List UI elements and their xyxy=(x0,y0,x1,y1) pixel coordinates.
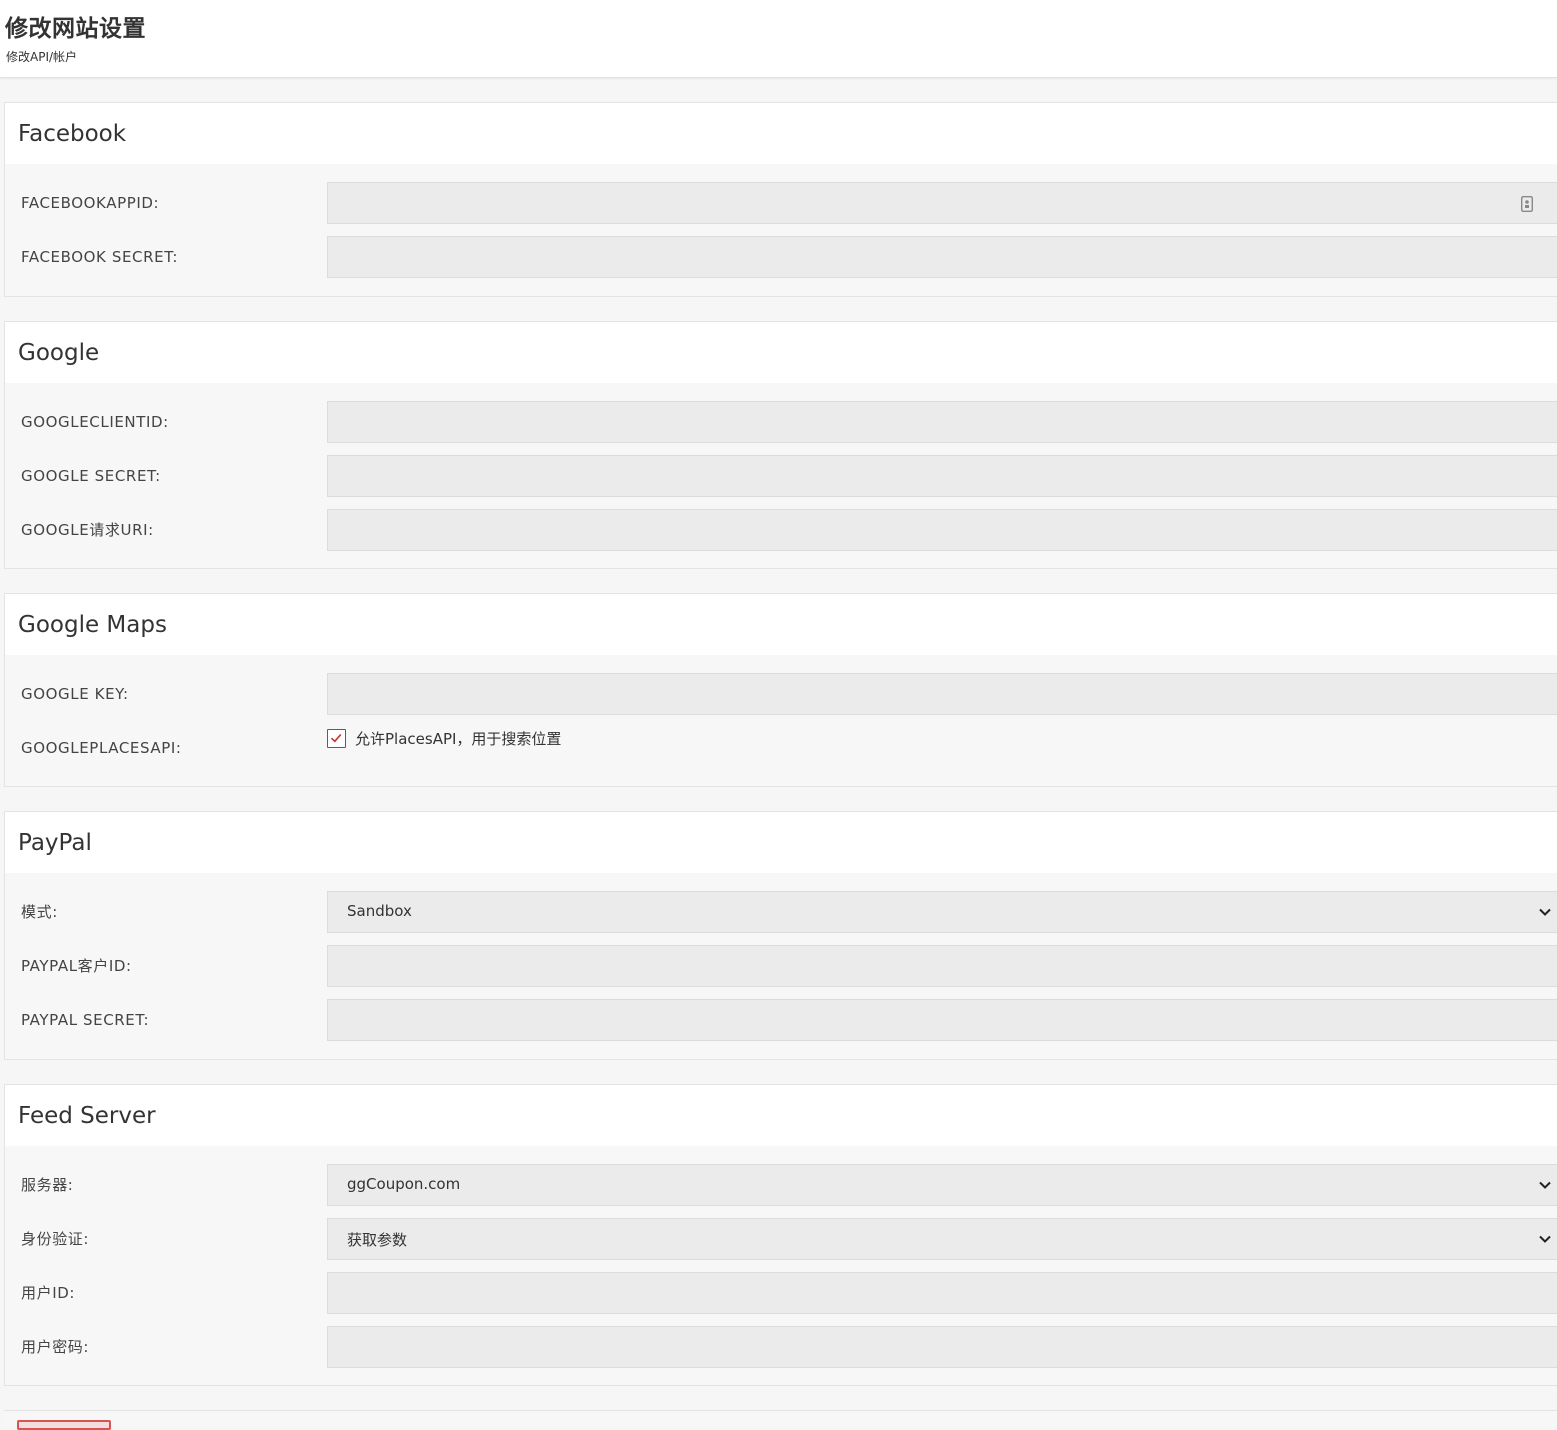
form-row: 用户密码: xyxy=(5,1326,1557,1380)
key-icon[interactable] xyxy=(1521,196,1533,212)
form-row: 用户ID: xyxy=(5,1272,1557,1326)
form-row: 服务器: ggCoupon.com xyxy=(5,1164,1557,1218)
paypal-mode-select[interactable]: Sandbox xyxy=(327,891,1557,933)
feed-auth-select[interactable]: 获取参数 xyxy=(327,1218,1557,1260)
paypal-client-id-input[interactable] xyxy=(327,945,1557,987)
feed-password-input[interactable] xyxy=(327,1326,1557,1368)
paypal-secret-label: PAYPAL SECRET: xyxy=(21,1011,150,1029)
section-title: Google Maps xyxy=(18,611,167,638)
form-row: GOOGLE SECRET: xyxy=(5,455,1557,509)
google-secret-label: GOOGLE SECRET: xyxy=(21,467,161,485)
facebook-app-id-label: FACEBOOKAPPID: xyxy=(21,194,160,212)
chevron-down-icon xyxy=(1539,1181,1551,1189)
section-title: Facebook xyxy=(18,120,127,147)
places-api-checkbox-label[interactable]: 允许PlacesAPI，用于搜索位置 xyxy=(355,729,561,749)
google-places-api-label: GOOGLEPLACESAPI: xyxy=(21,739,182,757)
feed-auth-label: 身份验证: xyxy=(21,1230,90,1248)
feed-server-select[interactable]: ggCoupon.com xyxy=(327,1164,1557,1206)
form-row: PAYPAL客户ID: xyxy=(5,945,1557,999)
check-icon xyxy=(330,733,342,743)
google-redirect-uri-label: GOOGLE请求URI: xyxy=(21,521,154,539)
panel-header: Google xyxy=(5,322,1557,383)
section-title: PayPal xyxy=(18,829,92,856)
section-title: Google xyxy=(18,339,100,366)
section-title: Feed Server xyxy=(18,1102,156,1129)
google-client-id-label: GOOGLECLIENTID: xyxy=(21,413,169,431)
paypal-secret-input[interactable] xyxy=(327,999,1557,1041)
page-header: 修改网站设置 修改API/帐户 xyxy=(0,0,1557,78)
paypal-panel: PayPal 模式: Sandbox PAYPAL客户ID: PAYPAL SE… xyxy=(4,811,1557,1060)
form-row: FACEBOOKAPPID: xyxy=(5,182,1557,236)
google-key-input[interactable] xyxy=(327,673,1557,715)
chevron-down-icon xyxy=(1539,1235,1551,1243)
panel-header: Feed Server xyxy=(5,1085,1557,1146)
google-redirect-uri-input[interactable] xyxy=(327,509,1557,551)
form-row: GOOGLEPLACESAPI: 允许PlacesAPI，用于搜索位置 xyxy=(5,727,1557,781)
facebook-panel: Facebook FACEBOOKAPPID: FACEBOOK SECRET: xyxy=(4,102,1557,297)
paypal-client-id-label: PAYPAL客户ID: xyxy=(21,957,132,975)
feed-auth-value: 获取参数 xyxy=(347,1231,408,1249)
google-secret-input[interactable] xyxy=(327,455,1557,497)
form-actions-area xyxy=(4,1410,1557,1426)
places-api-checkbox[interactable] xyxy=(327,729,346,748)
feed-password-label: 用户密码: xyxy=(21,1338,90,1356)
feed-user-id-input[interactable] xyxy=(327,1272,1557,1314)
feed-server-label: 服务器: xyxy=(21,1176,74,1194)
form-row: 模式: Sandbox xyxy=(5,891,1557,945)
form-row: GOOGLECLIENTID: xyxy=(5,401,1557,455)
facebook-app-id-input[interactable] xyxy=(327,182,1557,224)
panel-header: Facebook xyxy=(5,103,1557,164)
feed-user-id-label: 用户ID: xyxy=(21,1284,76,1302)
google-key-label: GOOGLE KEY: xyxy=(21,685,129,703)
paypal-mode-value: Sandbox xyxy=(347,902,412,920)
page-title: 修改网站设置 xyxy=(5,16,146,42)
form-row: FACEBOOK SECRET: xyxy=(5,236,1557,290)
page-subtitle: 修改API/帐户 xyxy=(6,50,78,64)
google-client-id-input[interactable] xyxy=(327,401,1557,443)
feed-server-value: ggCoupon.com xyxy=(347,1175,461,1193)
facebook-secret-input[interactable] xyxy=(327,236,1557,278)
google-maps-panel: Google Maps GOOGLE KEY: GOOGLEPLACESAPI:… xyxy=(4,593,1557,787)
google-panel: Google GOOGLECLIENTID: GOOGLE SECRET: GO… xyxy=(4,321,1557,569)
facebook-secret-label: FACEBOOK SECRET: xyxy=(21,248,178,266)
panel-header: PayPal xyxy=(5,812,1557,873)
form-row: GOOGLE KEY: xyxy=(5,673,1557,727)
paypal-mode-label: 模式: xyxy=(21,903,58,921)
feed-server-panel: Feed Server 服务器: ggCoupon.com 身份验证: 获取参数… xyxy=(4,1084,1557,1386)
chevron-down-icon xyxy=(1539,908,1551,916)
form-row: 身份验证: 获取参数 xyxy=(5,1218,1557,1272)
panel-header: Google Maps xyxy=(5,594,1557,655)
form-row: PAYPAL SECRET: xyxy=(5,999,1557,1053)
form-row: GOOGLE请求URI: xyxy=(5,509,1557,563)
submit-button[interactable] xyxy=(17,1420,111,1430)
